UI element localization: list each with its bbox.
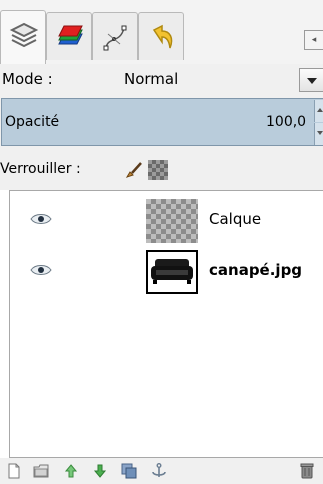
layers-icon — [9, 22, 39, 48]
lock-row: Verrouiller : — [0, 150, 323, 190]
tab-undo-history[interactable] — [138, 12, 184, 60]
paths-icon — [103, 25, 127, 51]
layer-row[interactable]: Calque — [10, 195, 323, 245]
sofa-image — [151, 259, 193, 284]
lock-pixels-toggle[interactable] — [124, 160, 144, 180]
layer-row[interactable]: canapé.jpg — [10, 246, 323, 296]
opacity-spin-scale[interactable]: Opacité 100,0 — [1, 98, 323, 146]
delete-layer-icon — [300, 463, 314, 479]
new-layer-group-icon — [33, 464, 49, 478]
tab-menu-icon: ◂ — [311, 35, 317, 45]
undo-history-icon — [152, 24, 173, 49]
layer-thumbnail[interactable] — [146, 250, 198, 294]
raise-layer-button[interactable] — [62, 462, 80, 480]
tab-paths[interactable] — [92, 12, 138, 60]
new-layer-icon — [8, 463, 20, 479]
opacity-decrement-button[interactable] — [314, 123, 323, 145]
layers-toolbar — [0, 458, 323, 484]
tab-layers[interactable] — [0, 10, 46, 64]
new-layer-button[interactable] — [5, 462, 23, 480]
eye-icon[interactable] — [30, 213, 52, 225]
opacity-row: Opacité 100,0 — [0, 96, 323, 150]
layers-list: Calque canapé.jpg — [9, 190, 323, 458]
lower-layer-icon — [93, 464, 107, 478]
tab-channels[interactable] — [46, 12, 92, 60]
lock-pixels-icon — [125, 162, 142, 178]
raise-layer-icon — [64, 464, 78, 478]
anchor-layer-button[interactable] — [150, 462, 168, 480]
dock-tab-strip: ◂ — [0, 0, 323, 64]
mode-label: Mode : — [2, 70, 53, 88]
opacity-label: Opacité — [5, 114, 60, 130]
opacity-value[interactable]: 100,0 — [266, 114, 306, 130]
lock-alpha-icon[interactable] — [148, 160, 168, 180]
duplicate-layer-button[interactable] — [120, 462, 138, 480]
lower-layer-button[interactable] — [91, 462, 109, 480]
anchor-layer-icon — [152, 463, 166, 477]
duplicate-layer-icon — [121, 463, 137, 479]
opacity-increment-button[interactable] — [314, 100, 323, 122]
channels-icon — [58, 25, 83, 45]
mode-row: Mode : Normal — [0, 64, 323, 96]
delete-layer-button[interactable] — [298, 462, 316, 480]
mode-dropdown-button[interactable] — [299, 68, 323, 92]
eye-icon[interactable] — [30, 264, 52, 276]
layer-name[interactable]: canapé.jpg — [209, 261, 302, 279]
new-layer-group-button[interactable] — [32, 462, 50, 480]
layer-thumbnail[interactable] — [146, 199, 198, 243]
tab-menu-button[interactable]: ◂ — [304, 30, 323, 50]
layer-name[interactable]: Calque — [209, 210, 261, 228]
lock-label: Verrouiller : — [0, 161, 81, 177]
mode-select[interactable]: Normal — [124, 70, 178, 88]
